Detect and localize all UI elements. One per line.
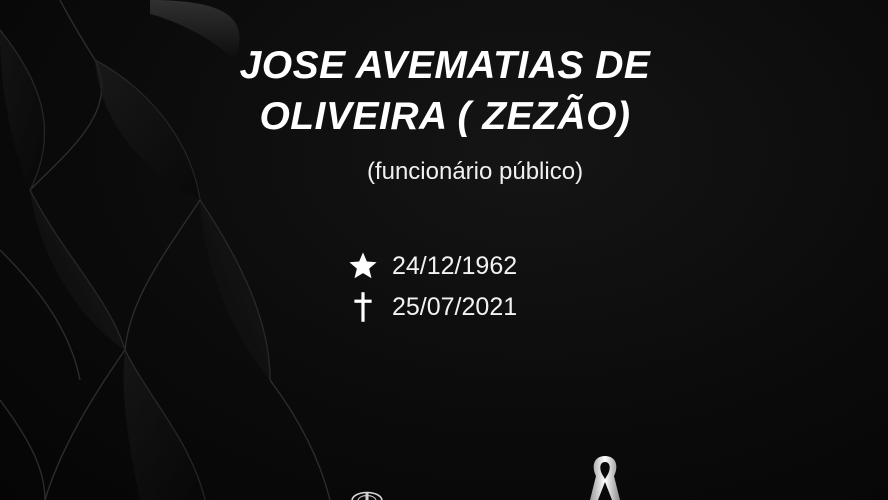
emblem-icon <box>351 491 383 500</box>
birth-date: 24/12/1962 <box>392 251 518 280</box>
name-line-1: JOSE AVEMATIAS DE <box>239 44 651 87</box>
name-line-2: OLIVEIRA ( ZEZÃO) <box>259 95 631 138</box>
occupation-text: (funcionário público) <box>366 158 584 185</box>
memorial-card: JOSE AVEMATIAS DE OLIVEIRA ( ZEZÃO) (fun… <box>0 0 888 500</box>
birth-date-row: 24/12/1962 <box>346 249 517 283</box>
star-icon <box>346 249 380 283</box>
death-date-row: 25/07/2021 <box>346 290 517 324</box>
death-date: 25/07/2021 <box>392 292 518 321</box>
deceased-name: JOSE AVEMATIAS DE OLIVEIRA ( ZEZÃO) <box>150 40 740 142</box>
mourning-ribbon-icon <box>590 456 620 500</box>
cross-icon <box>346 290 380 324</box>
